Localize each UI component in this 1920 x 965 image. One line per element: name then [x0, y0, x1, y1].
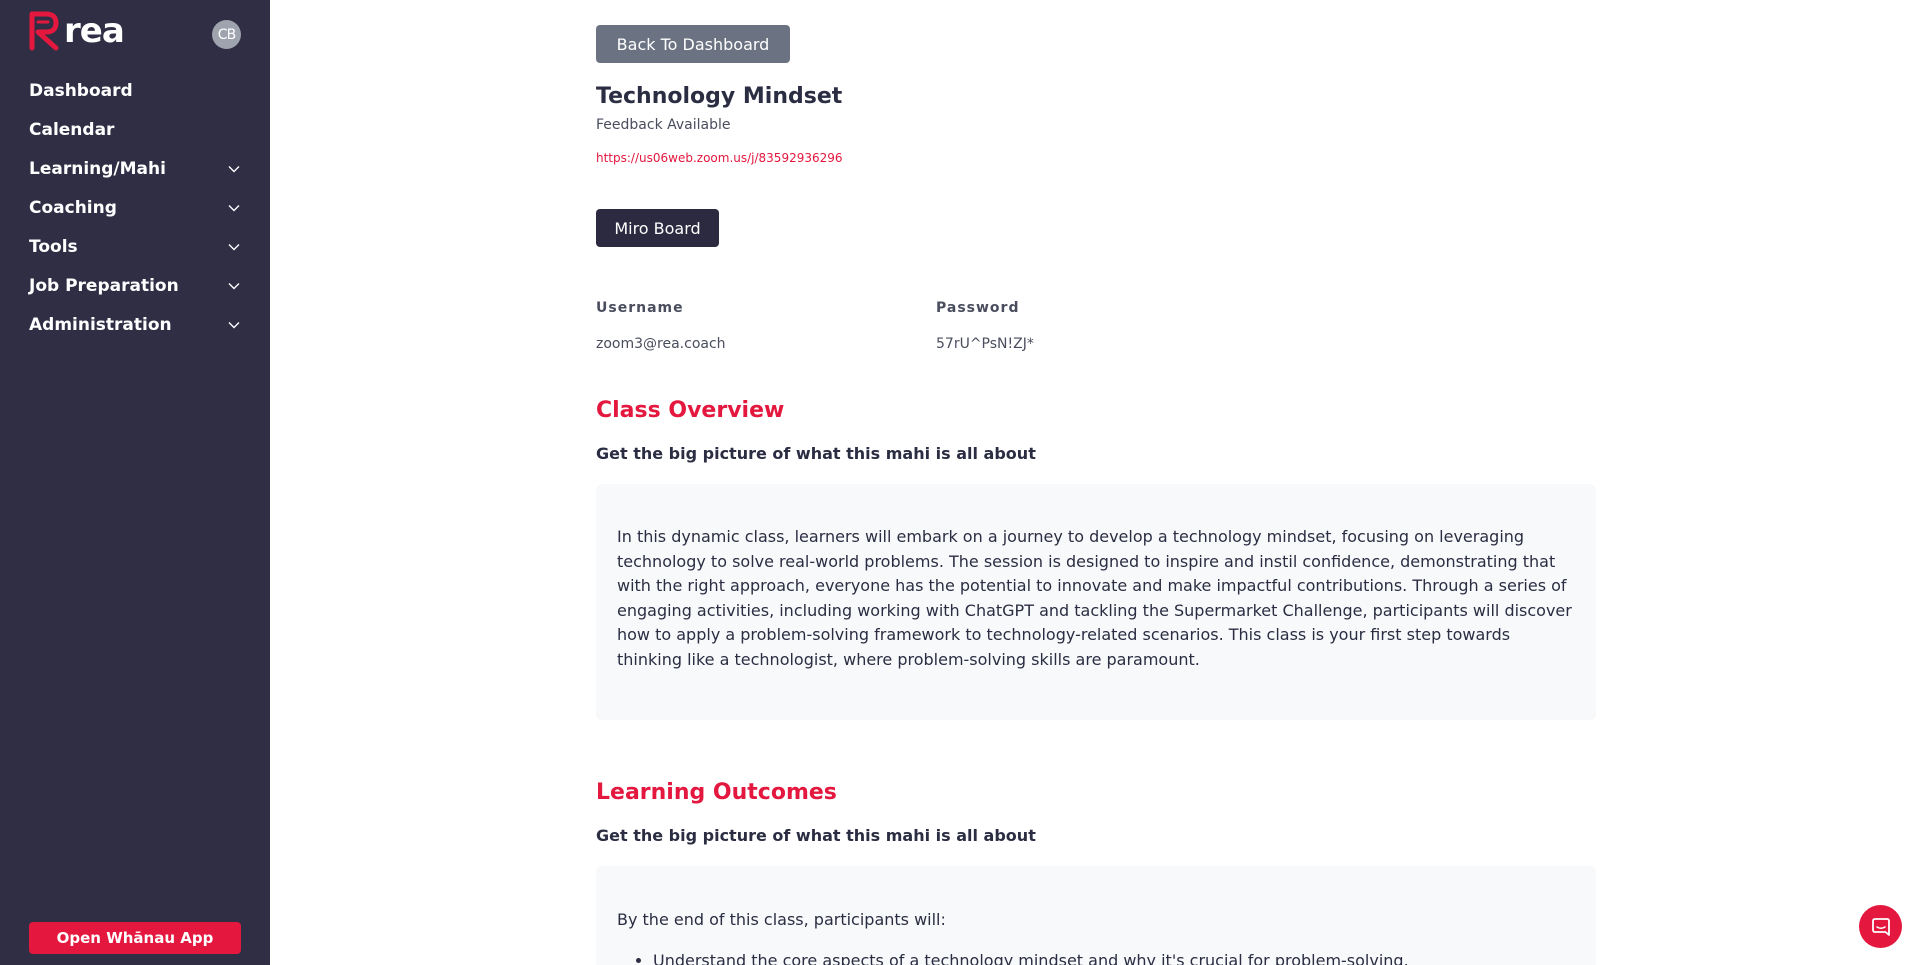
- rea-logo-icon: [29, 11, 59, 51]
- chevron-down-icon: [228, 204, 240, 211]
- sidebar-item-dashboard[interactable]: Dashboard: [0, 71, 270, 110]
- class-overview-card: In this dynamic class, learners will emb…: [596, 484, 1596, 720]
- back-to-dashboard-button[interactable]: Back To Dashboard: [596, 25, 790, 63]
- password-label: Password: [936, 300, 1020, 316]
- chevron-down-icon: [228, 165, 240, 172]
- class-overview-text: In this dynamic class, learners will emb…: [617, 527, 1572, 669]
- sidebar-item-administration[interactable]: Administration: [0, 305, 270, 344]
- sidebar-item-job-preparation[interactable]: Job Preparation: [0, 266, 270, 305]
- feedback-status: Feedback Available: [596, 117, 731, 133]
- brand-name: rea: [64, 11, 125, 51]
- zoom-link[interactable]: https://us06web.zoom.us/j/83592936296: [596, 151, 843, 165]
- chat-icon: [1871, 917, 1890, 936]
- sidebar-item-label: Dashboard: [29, 80, 133, 101]
- logo[interactable]: rea: [28, 10, 125, 52]
- sidebar-item-label: Tools: [29, 236, 78, 257]
- sidebar-item-label: Calendar: [29, 119, 115, 140]
- sidebar-item-label: Learning/Mahi: [29, 158, 166, 179]
- learning-outcomes-heading: Learning Outcomes: [596, 780, 837, 805]
- sidebar-item-coaching[interactable]: Coaching: [0, 188, 270, 227]
- password-value: 57rU^PsN!ZJ*: [936, 336, 1034, 352]
- sidebar-item-learning-mahi[interactable]: Learning/Mahi: [0, 149, 270, 188]
- learning-outcomes-list: Understand the core aspects of a technol…: [653, 949, 1575, 965]
- chevron-down-icon: [228, 243, 240, 250]
- username-label: Username: [596, 300, 684, 316]
- chat-launcher-button[interactable]: [1859, 905, 1902, 948]
- class-overview-subheading: Get the big picture of what this mahi is…: [596, 444, 1036, 463]
- class-overview-heading: Class Overview: [596, 398, 785, 423]
- chevron-down-icon: [228, 282, 240, 289]
- sidebar-item-label: Job Preparation: [29, 275, 179, 296]
- learning-outcomes-subheading: Get the big picture of what this mahi is…: [596, 826, 1036, 845]
- avatar[interactable]: CB: [212, 20, 241, 49]
- sidebar-item-label: Administration: [29, 314, 172, 335]
- learning-outcomes-intro: By the end of this class, participants w…: [617, 910, 946, 929]
- username-value: zoom3@rea.coach: [596, 336, 726, 352]
- sidebar-nav: Dashboard Calendar Learning/Mahi Coachin…: [0, 71, 270, 344]
- sidebar: rea CB Dashboard Calendar Learning/Mahi …: [0, 0, 270, 965]
- open-whanau-app-button[interactable]: Open Whānau App: [29, 922, 241, 954]
- sidebar-item-tools[interactable]: Tools: [0, 227, 270, 266]
- page-title: Technology Mindset: [596, 84, 843, 109]
- chevron-down-icon: [228, 321, 240, 328]
- sidebar-item-calendar[interactable]: Calendar: [0, 110, 270, 149]
- list-item: Understand the core aspects of a technol…: [653, 949, 1575, 965]
- learning-outcomes-card: By the end of this class, participants w…: [596, 866, 1596, 965]
- miro-board-button[interactable]: Miro Board: [596, 209, 719, 247]
- sidebar-item-label: Coaching: [29, 197, 117, 218]
